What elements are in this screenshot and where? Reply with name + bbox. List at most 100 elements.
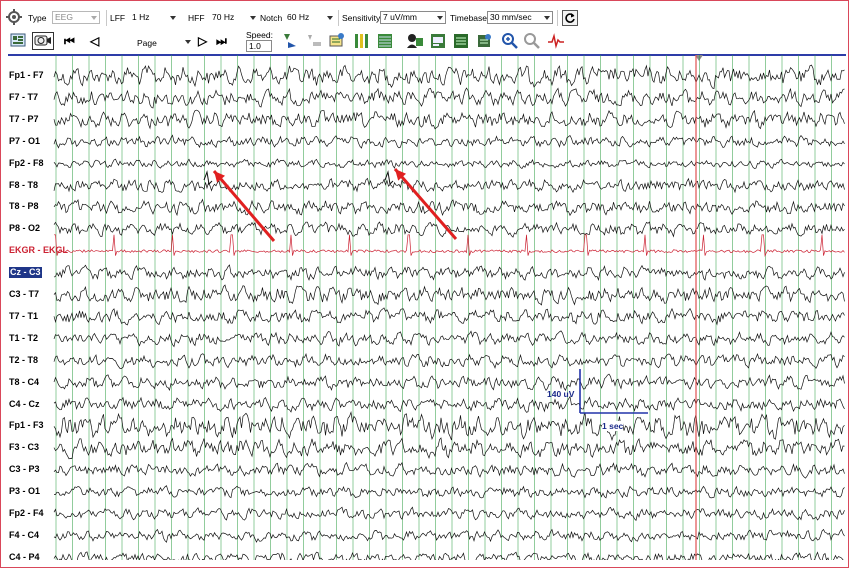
type-select[interactable]: EEG <box>52 11 100 24</box>
eeg-trace <box>53 284 845 306</box>
notch-label: Notch <box>260 13 283 23</box>
marker-icon[interactable] <box>305 32 323 50</box>
eeg-trace <box>53 307 845 326</box>
timebase-select[interactable]: 30 mm/sec <box>487 11 553 24</box>
eeg-trace <box>53 551 844 560</box>
speed-spinner[interactable]: 1.0 <box>246 40 272 52</box>
spike-mark <box>203 170 213 186</box>
channel-label[interactable]: C4 - Cz <box>9 399 40 410</box>
type-label-wrap: Type <box>28 10 46 26</box>
eeg-trace <box>53 177 845 194</box>
first-page-icon[interactable]: ⏮ <box>64 32 75 50</box>
sensitivity-select[interactable]: 7 uV/mm <box>380 11 446 24</box>
channel-label[interactable]: T8 - C4 <box>9 377 39 388</box>
sensitivity-label: Sensitivity <box>342 13 381 23</box>
chevron-down-icon <box>327 16 333 20</box>
eeg-trace <box>53 64 845 89</box>
eeg-waveform-canvas[interactable] <box>8 55 846 560</box>
refresh-icon <box>565 13 575 23</box>
channel-label[interactable]: F8 - T8 <box>9 180 38 191</box>
hff-label-wrap: HFF <box>188 10 205 26</box>
channel-label[interactable]: T7 - P7 <box>9 114 39 125</box>
type-label: Type <box>28 13 47 23</box>
channel-label[interactable]: F3 - C3 <box>9 442 39 453</box>
chevron-down-icon <box>170 16 176 20</box>
page-step-label: Page <box>137 38 157 48</box>
speed-value: 1.0 <box>249 41 261 51</box>
channel-label[interactable]: EKGR - EKGL <box>9 245 68 256</box>
channel-label[interactable]: P8 - O2 <box>9 223 40 234</box>
refresh-button[interactable] <box>562 10 578 26</box>
channel-label[interactable]: C3 - P3 <box>9 464 40 475</box>
channel-label[interactable]: P7 - O1 <box>9 136 40 147</box>
lff-select-value: 1 Hz <box>132 12 150 22</box>
time-calibration-label: 1 sec <box>602 421 624 431</box>
channel-label[interactable]: F7 - T7 <box>9 92 38 103</box>
sensitivity-select-value: 7 uV/mm <box>383 12 418 22</box>
chevron-down-icon <box>544 16 550 20</box>
sensitivity-label-wrap: Sensitivity <box>342 10 380 26</box>
patient-icon[interactable] <box>406 32 424 50</box>
channel-label[interactable]: T1 - T2 <box>9 333 38 344</box>
channel-label[interactable]: Fp2 - F4 <box>9 508 44 519</box>
channel-label[interactable]: C4 - P4 <box>9 552 40 563</box>
events-icon[interactable] <box>328 32 346 50</box>
divider <box>557 10 558 26</box>
channel-label[interactable]: T2 - T8 <box>9 355 38 366</box>
divider <box>338 10 339 26</box>
export-icon[interactable] <box>476 32 494 50</box>
channel-label[interactable]: P3 - O1 <box>9 486 40 497</box>
channel-label[interactable]: Cz - C3 <box>9 267 42 279</box>
timebase-label-wrap: Timebase <box>450 10 487 26</box>
channel-label[interactable]: T7 - T1 <box>9 311 38 322</box>
channel-label[interactable]: Fp1 - F7 <box>9 70 44 81</box>
channel-label[interactable]: Fp2 - F8 <box>9 158 44 169</box>
previous-icon[interactable]: ◁ <box>90 32 99 50</box>
channel-label[interactable]: C3 - T7 <box>9 289 39 300</box>
eeg-trace <box>53 437 845 460</box>
speed-label: Speed: <box>246 30 273 40</box>
eeg-trace <box>53 198 845 217</box>
hff-label: HFF <box>188 13 205 23</box>
channels-icon[interactable] <box>353 32 371 50</box>
video-icon[interactable] <box>32 32 54 50</box>
montage-icon[interactable] <box>10 32 28 50</box>
eeg-trace <box>53 158 845 169</box>
channel-label[interactable]: Fp1 - F3 <box>9 420 44 431</box>
report-icon[interactable] <box>429 32 447 50</box>
chevron-down-icon <box>91 16 97 20</box>
chevron-down-icon <box>250 16 256 20</box>
eeg-trace <box>53 485 845 499</box>
type-select-value: EEG <box>55 12 73 22</box>
lff-select[interactable]: 1 Hz <box>129 11 179 24</box>
ekg-trace <box>54 234 845 257</box>
eeg-trace <box>53 506 845 522</box>
notch-select-value: 60 Hz <box>287 12 310 22</box>
print-icon[interactable] <box>452 32 470 50</box>
timebase-select-value: 30 mm/sec <box>490 12 532 22</box>
hff-select-value: 70 Hz <box>212 12 235 22</box>
filter-icon[interactable] <box>282 32 300 50</box>
hff-select[interactable]: 70 Hz <box>209 11 259 24</box>
amplitude-calibration-label: 140 uV <box>547 389 575 399</box>
eeg-trace <box>53 87 845 109</box>
gear-icon[interactable] <box>6 9 24 27</box>
eeg-trace <box>53 134 845 149</box>
zoom-out-icon[interactable] <box>523 32 541 50</box>
eeg-trace <box>53 373 845 392</box>
spectrum-icon[interactable] <box>376 32 394 50</box>
eeg-trace <box>53 411 845 442</box>
eeg-trace <box>53 528 845 543</box>
channel-label[interactable]: T8 - P8 <box>9 201 39 212</box>
settings-toolbar: Type EEG LFF 1 Hz HFF 70 Hz Notch 60 Hz … <box>4 8 844 28</box>
last-page-icon[interactable]: ⏭ <box>216 32 227 50</box>
timebase-label: Timebase <box>450 13 488 23</box>
waveform-icon[interactable] <box>547 32 565 50</box>
chevron-down-icon[interactable] <box>185 40 191 44</box>
next-icon[interactable]: ▷ <box>198 32 207 50</box>
eeg-trace <box>53 109 845 130</box>
channel-label[interactable]: F4 - C4 <box>9 530 39 541</box>
eeg-trace <box>53 395 845 413</box>
notch-select[interactable]: 60 Hz <box>284 11 336 24</box>
zoom-in-icon[interactable] <box>501 32 519 50</box>
